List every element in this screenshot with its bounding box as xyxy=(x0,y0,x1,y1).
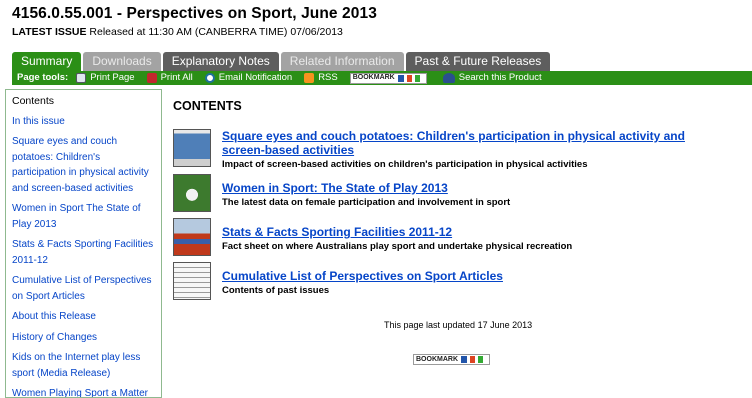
search-product-button[interactable]: Search this Product xyxy=(442,71,542,85)
page-title: 4156.0.55.001 - Perspectives on Sport, J… xyxy=(12,5,377,22)
sidebar-item-sporting-facilities[interactable]: Stats & Facts Sporting Facilities 2011-1… xyxy=(12,237,155,268)
sidebar-item-in-this-issue[interactable]: In this issue xyxy=(12,114,155,130)
bookmark-label: BOOKMARK xyxy=(416,356,458,363)
contents-item: Cumulative List of Perspectives on Sport… xyxy=(173,262,722,300)
sidebar-item-women-in-sport[interactable]: Women in Sport The State of Play 2013 xyxy=(12,201,155,232)
sidebar-item-history-changes[interactable]: History of Changes xyxy=(12,330,155,346)
bottom-bookmark-container: BOOKMARK xyxy=(413,348,490,366)
item-description: Contents of past issues xyxy=(222,285,330,296)
email-notification-button[interactable]: Email Notification xyxy=(204,71,293,85)
item-description: Fact sheet on where Australians play spo… xyxy=(222,241,573,252)
email-notification-label: Email Notification xyxy=(218,72,293,83)
print-all-button[interactable]: Print All xyxy=(146,71,193,85)
release-text: Released at 11:30 AM (CANBERRA TIME) 07/… xyxy=(86,26,343,38)
bookmark-services-icon xyxy=(461,356,487,363)
search-product-label: Search this Product xyxy=(458,72,542,83)
rss-icon xyxy=(304,73,315,83)
tab-downloads: Downloads xyxy=(83,52,161,71)
contents-heading: CONTENTS xyxy=(173,99,242,113)
item-link-sporting-facilities[interactable]: Stats & Facts Sporting Facilities 2011-1… xyxy=(222,225,722,239)
tab-bar: Summary Downloads Explanatory Notes Rela… xyxy=(12,52,551,71)
item-description: The latest data on female participation … xyxy=(222,197,511,208)
tab-past-future-releases[interactable]: Past & Future Releases xyxy=(405,52,551,71)
binoculars-icon xyxy=(442,73,455,83)
last-updated-text: This page last updated 17 June 2013 xyxy=(384,320,533,330)
release-info: LATEST ISSUE Released at 11:30 AM (CANBE… xyxy=(12,26,343,38)
bookmark-button[interactable]: BOOKMARK xyxy=(413,354,490,365)
print-page-label: Print Page xyxy=(90,72,135,83)
tab-explanatory-notes[interactable]: Explanatory Notes xyxy=(162,52,279,71)
rss-label: RSS xyxy=(318,72,338,83)
bookmark-services-icon xyxy=(397,74,424,82)
contents-item: Women in Sport: The State of Play 2013 T… xyxy=(173,174,722,212)
bookmark-button[interactable]: BOOKMARK xyxy=(349,72,427,84)
sidebar-item-cumulative-list[interactable]: Cumulative List of Perspectives on Sport… xyxy=(12,273,155,304)
contents-item: Stats & Facts Sporting Facilities 2011-1… xyxy=(173,218,722,256)
page-tools-bar: Page tools: Print Page Print All Email N… xyxy=(12,71,752,85)
sidebar-heading: Contents xyxy=(12,95,55,107)
page-tools-label: Page tools: xyxy=(17,72,69,83)
item-link-cumulative-list[interactable]: Cumulative List of Perspectives on Sport… xyxy=(222,269,722,283)
print-all-label: Print All xyxy=(160,72,193,83)
stadium-thumbnail[interactable] xyxy=(173,218,211,256)
contents-item: Square eyes and couch potatoes: Children… xyxy=(173,129,722,170)
latest-issue-label: LATEST ISSUE xyxy=(12,26,87,38)
sidebar-item-about-release[interactable]: About this Release xyxy=(12,309,155,325)
bookmark-label: BOOKMARK xyxy=(352,74,395,81)
sidebar-item-kids-internet[interactable]: Kids on the Internet play less sport (Me… xyxy=(12,350,155,381)
television-thumbnail[interactable] xyxy=(173,129,211,167)
print-page-button[interactable]: Print Page xyxy=(76,71,135,85)
tab-summary[interactable]: Summary xyxy=(12,52,82,71)
item-link-women-in-sport[interactable]: Women in Sport: The State of Play 2013 xyxy=(222,181,722,195)
sidebar-item-square-eyes[interactable]: Square eyes and couch potatoes: Children… xyxy=(12,134,155,196)
contents-sidebar: Contents In this issue Square eyes and c… xyxy=(5,89,162,398)
pdf-icon xyxy=(146,73,157,83)
rss-button[interactable]: RSS xyxy=(304,71,338,85)
item-description: Impact of screen-based activities on chi… xyxy=(222,159,588,170)
document-thumbnail[interactable] xyxy=(173,262,211,300)
item-link-square-eyes[interactable]: Square eyes and couch potatoes: Children… xyxy=(222,129,722,157)
athlete-thumbnail[interactable] xyxy=(173,174,211,212)
tab-related-information: Related Information xyxy=(280,52,404,71)
sidebar-item-women-playing-sport[interactable]: Women Playing Sport a Matter of Degree (… xyxy=(12,386,155,397)
email-icon xyxy=(204,73,215,83)
print-icon xyxy=(76,73,87,83)
